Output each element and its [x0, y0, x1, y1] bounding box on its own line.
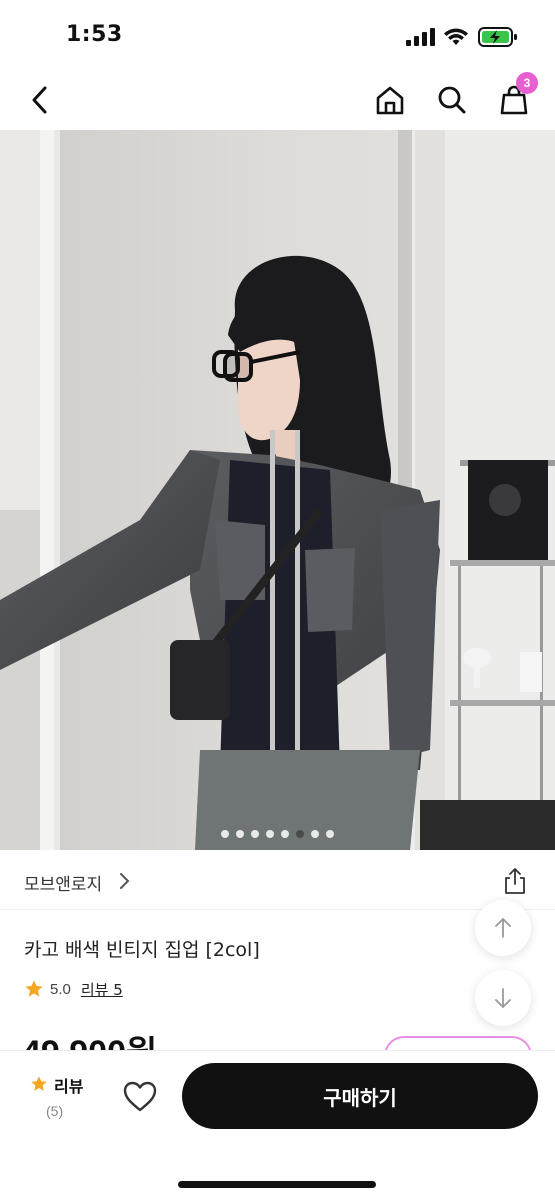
review-summary[interactable]: 리뷰 (5) [26, 1071, 96, 1131]
cart-count-badge: 3 [516, 72, 538, 94]
carousel-dot[interactable] [281, 830, 289, 838]
carousel-dot[interactable] [236, 830, 244, 838]
home-indicator[interactable] [178, 1181, 376, 1188]
chevron-right-icon [120, 873, 130, 889]
top-navigation: 3 [0, 66, 555, 130]
carousel-dot[interactable] [221, 830, 229, 838]
carousel-dot[interactable] [251, 830, 259, 838]
product-image-carousel[interactable] [0, 130, 555, 850]
buy-button[interactable]: 구매하기 [182, 1063, 538, 1129]
battery-charging-icon [478, 27, 517, 47]
home-button[interactable] [370, 80, 410, 120]
carousel-dot[interactable] [311, 830, 319, 838]
status-bar: 1:53 [0, 0, 555, 66]
carousel-dot-active[interactable] [296, 830, 304, 838]
search-button[interactable] [432, 80, 472, 120]
review-label: 리뷰 [54, 1077, 84, 1096]
star-icon [25, 980, 43, 997]
carousel-dot[interactable] [266, 830, 274, 838]
product-title: 카고 배색 빈티지 집업 [2col] [24, 939, 260, 961]
carousel-indicator [0, 830, 555, 838]
home-icon [376, 86, 404, 115]
chevron-left-icon [32, 86, 47, 114]
arrow-down-icon [495, 988, 511, 1008]
status-time: 1:53 [66, 22, 123, 47]
product-price: 49,900원 [22, 1036, 157, 1050]
brand-row[interactable]: 모브앤로지 [0, 852, 555, 910]
search-icon [438, 86, 466, 114]
star-icon [31, 1076, 47, 1091]
carousel-dot[interactable] [326, 830, 334, 838]
scroll-down-button[interactable] [475, 970, 531, 1026]
back-button[interactable] [20, 80, 60, 120]
cart-button[interactable]: 3 [494, 72, 538, 120]
share-icon[interactable] [500, 866, 530, 896]
scroll-up-button[interactable] [475, 900, 531, 956]
arrow-up-icon [495, 918, 511, 938]
heart-icon[interactable] [120, 1077, 160, 1117]
cellular-signal-icon [406, 28, 435, 46]
bottom-action-bar: 리뷰 (5) 구매하기 [0, 1050, 555, 1200]
rating-score: 5.0 [50, 980, 71, 998]
review-link[interactable]: 리뷰 5 [81, 979, 123, 1000]
product-photo [0, 130, 555, 850]
rating-row: 5.0 리뷰 5 [24, 977, 123, 1001]
brand-name[interactable]: 모브앤로지 [24, 870, 102, 895]
wifi-icon [444, 28, 468, 45]
review-count: (5) [46, 1103, 64, 1119]
